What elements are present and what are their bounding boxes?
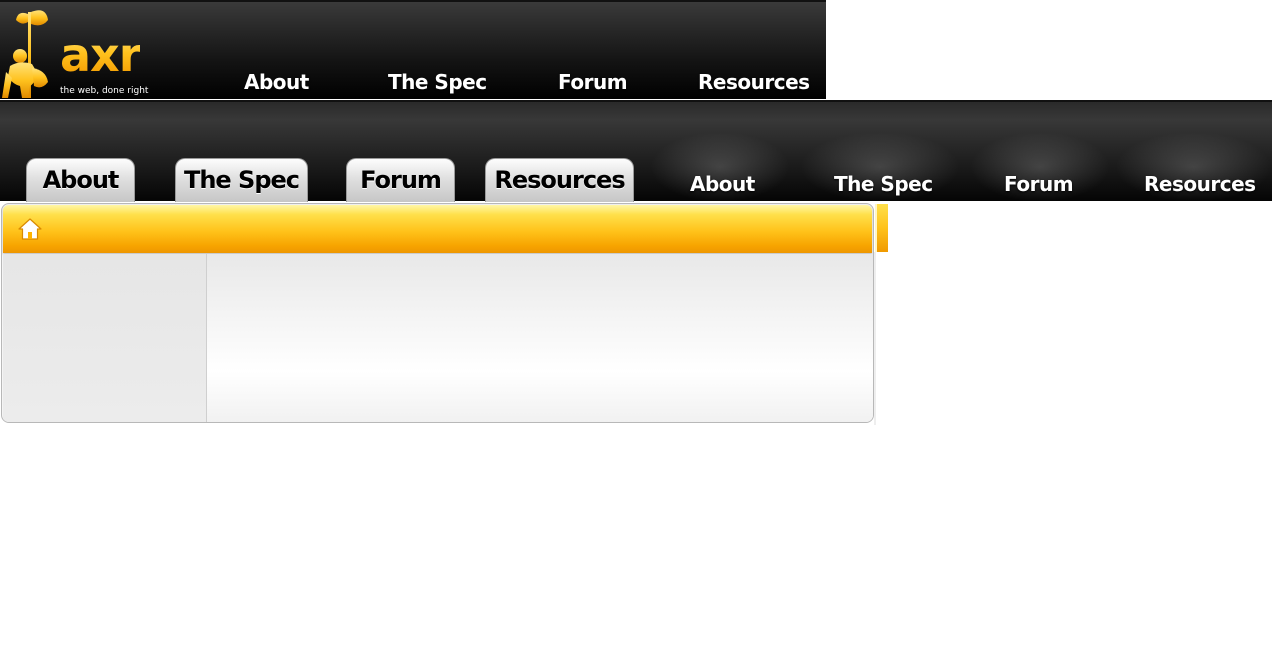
nav-strip: About The Spec Forum Resources About The… bbox=[0, 100, 1272, 202]
logo-tagline: the web, done right bbox=[60, 86, 149, 96]
panel-shadow bbox=[874, 252, 876, 425]
header-nav-the-spec[interactable]: The Spec bbox=[388, 70, 487, 94]
header-nav-forum[interactable]: Forum bbox=[558, 70, 628, 94]
axr-logo[interactable]: axr the web, done right bbox=[2, 6, 152, 100]
glow-nav-resources[interactable]: Resources bbox=[1144, 172, 1256, 196]
warrior-mascot-icon bbox=[2, 10, 48, 98]
sidebar-area bbox=[3, 254, 207, 422]
site-header: axr the web, done right About The Spec F… bbox=[0, 0, 826, 99]
logo-wordmark: axr bbox=[60, 28, 141, 82]
header-nav-resources[interactable]: Resources bbox=[698, 70, 810, 94]
tab-the-spec[interactable]: The Spec bbox=[175, 158, 308, 202]
home-icon[interactable] bbox=[18, 218, 42, 240]
breadcrumb-bar bbox=[3, 205, 872, 253]
glow-nav-the-spec[interactable]: The Spec bbox=[834, 172, 933, 196]
breadcrumb-bar-edge bbox=[875, 204, 877, 252]
tab-about[interactable]: About bbox=[26, 158, 135, 202]
content-panel bbox=[1, 203, 874, 423]
main-content-area bbox=[207, 254, 873, 422]
tab-forum[interactable]: Forum bbox=[346, 158, 455, 202]
glow-nav-forum[interactable]: Forum bbox=[1004, 172, 1074, 196]
tab-resources[interactable]: Resources bbox=[485, 158, 634, 202]
glow-nav-about[interactable]: About bbox=[690, 172, 755, 196]
header-nav-about[interactable]: About bbox=[244, 70, 309, 94]
